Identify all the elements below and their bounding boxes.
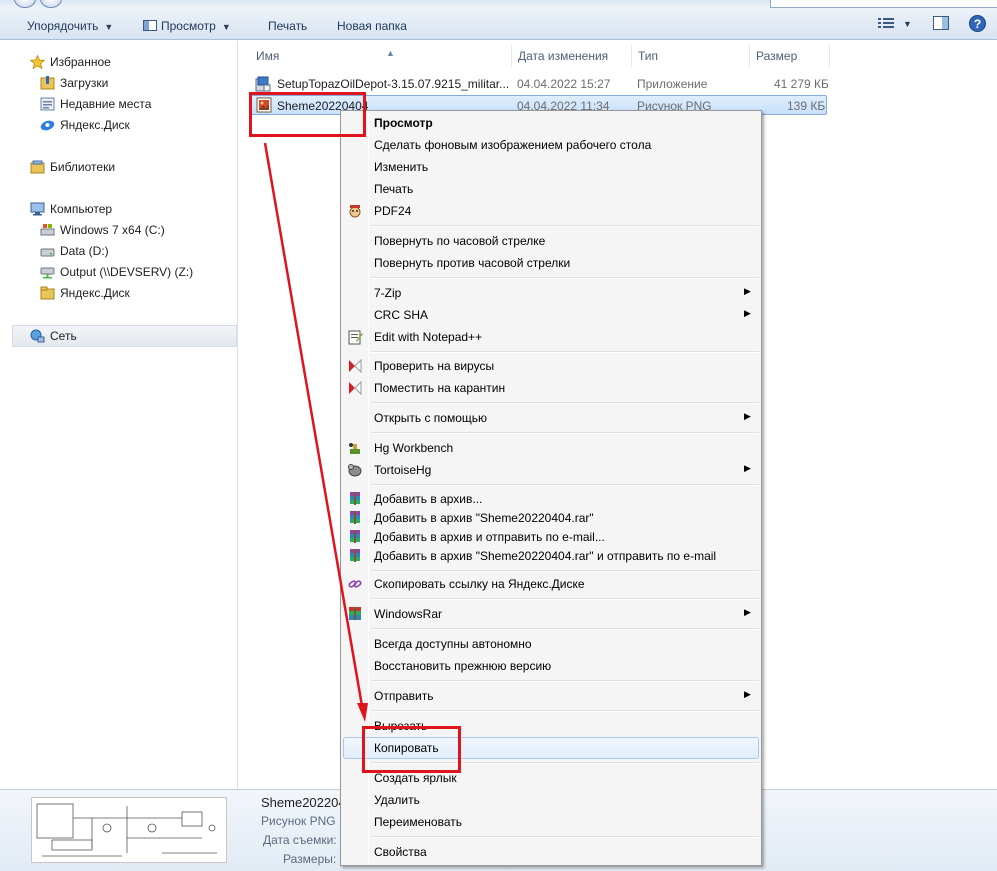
annotation-arrow	[263, 142, 368, 722]
